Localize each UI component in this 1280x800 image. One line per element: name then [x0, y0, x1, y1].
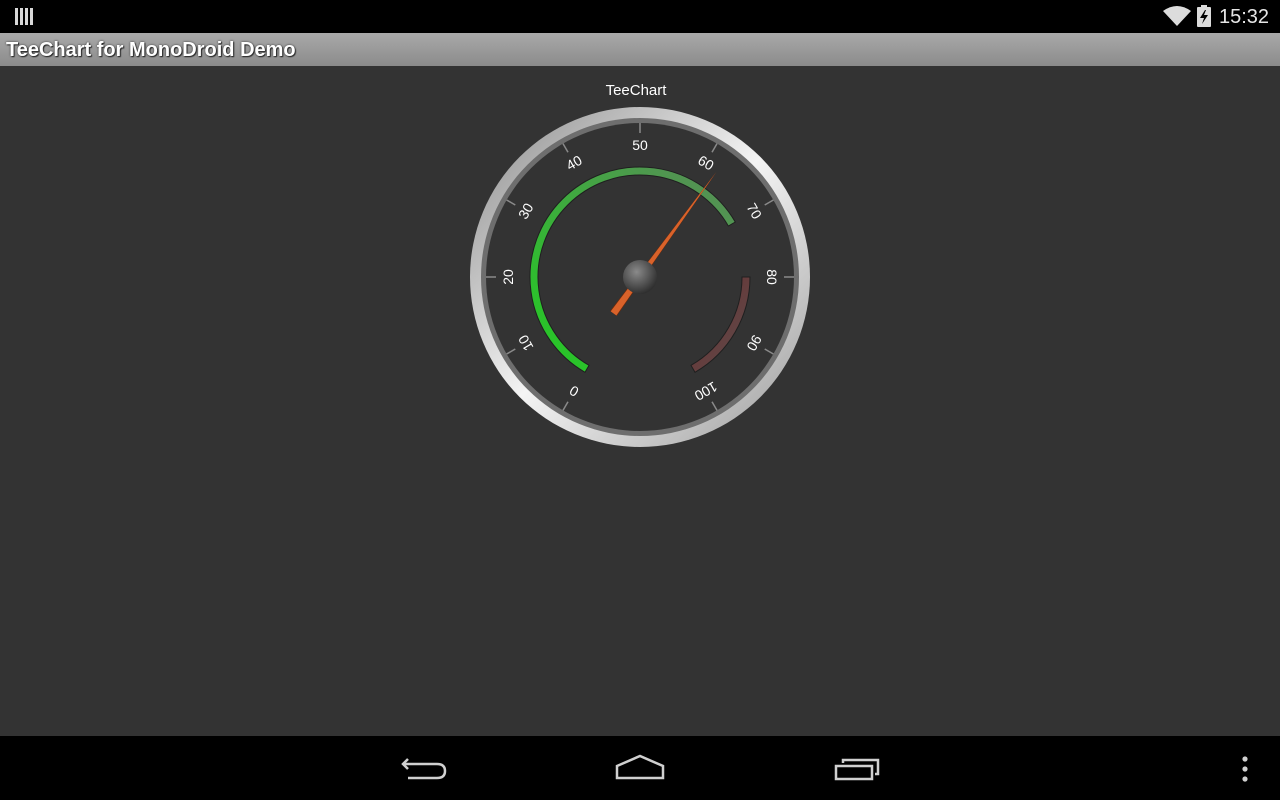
app-title: TeeChart for MonoDroid Demo	[6, 39, 296, 61]
overflow-menu-icon	[1242, 756, 1248, 782]
status-bar: 15:32	[0, 0, 1280, 33]
recents-button[interactable]	[827, 748, 887, 788]
home-icon	[615, 754, 665, 780]
overflow-menu-button[interactable]	[1230, 748, 1260, 788]
gauge-tick-label: 50	[632, 137, 648, 153]
clock: 15:32	[1219, 6, 1270, 28]
back-button[interactable]	[394, 748, 454, 788]
gauge-tick-label: 80	[764, 269, 780, 285]
gauge-chart: 0102030405060708090100	[470, 107, 810, 447]
action-bar: TeeChart for MonoDroid Demo	[0, 33, 1280, 66]
gauge-tick-label: 20	[500, 269, 516, 285]
notification-icon	[15, 8, 33, 25]
back-icon	[401, 758, 447, 780]
gauge-hub	[623, 260, 657, 294]
recents-icon	[834, 758, 880, 781]
navigation-bar	[0, 736, 1280, 800]
battery-icon	[1197, 5, 1211, 27]
home-button[interactable]	[610, 748, 670, 788]
wifi-icon	[1163, 6, 1191, 26]
